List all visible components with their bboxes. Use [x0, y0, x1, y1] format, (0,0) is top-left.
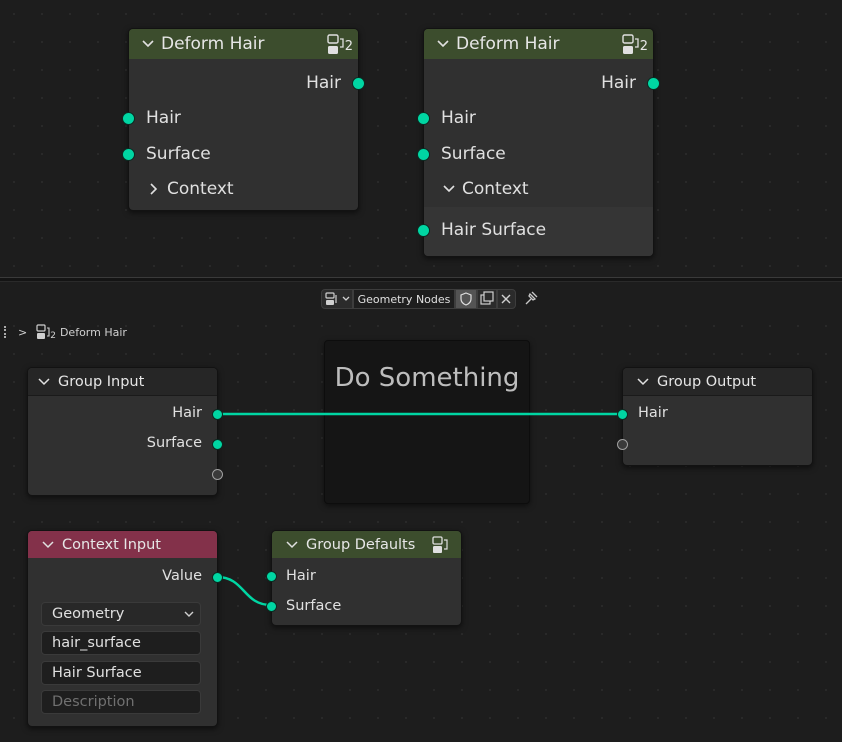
group-input-node[interactable]: Group Input Hair Surface	[27, 367, 223, 496]
type-dropdown[interactable]: Geometry	[41, 602, 201, 626]
output-label-surface: Surface	[146, 435, 202, 451]
output-label-hair: Hair	[172, 405, 202, 421]
input-socket-surface[interactable]	[417, 148, 430, 161]
input-socket-surface[interactable]	[122, 148, 135, 161]
frame-label: Do Something	[334, 363, 520, 393]
close-icon	[501, 294, 511, 304]
name-field[interactable]: Hair Surface	[41, 661, 201, 685]
output-socket-extend[interactable]	[212, 469, 223, 480]
node-title: Group Input	[58, 373, 145, 390]
duplicate-button[interactable]	[477, 289, 497, 309]
area-divider[interactable]	[0, 277, 842, 282]
node-header[interactable]: Group Defaults	[272, 531, 461, 558]
user-count-badge: 2	[344, 39, 353, 54]
breadcrumb-parent-clipped[interactable]	[0, 326, 6, 338]
node-title: Deform Hair	[456, 34, 560, 54]
output-socket-hair[interactable]	[212, 409, 223, 420]
breadcrumb-group-name[interactable]: Deform Hair	[60, 326, 127, 339]
duplicate-icon	[480, 291, 494, 305]
node-title: Deform Hair	[161, 34, 265, 54]
breadcrumb: > 2 Deform Hair	[0, 322, 127, 342]
shield-icon	[460, 292, 472, 306]
node-title: Group Output	[657, 373, 757, 390]
panel-label: Context	[462, 179, 529, 199]
pin-icon	[525, 291, 538, 305]
unlink-button[interactable]	[497, 289, 516, 309]
output-socket-hair[interactable]	[352, 77, 365, 90]
identifier-field[interactable]: hair_surface	[41, 631, 201, 655]
input-label-hair: Hair	[638, 405, 668, 421]
group-output-node[interactable]: Group Output Hair	[617, 367, 813, 466]
chevron-down-icon[interactable]	[436, 37, 450, 51]
panel-context-header[interactable]: Context	[129, 179, 358, 199]
output-label-hair: Hair	[601, 73, 636, 93]
input-label-surface: Surface	[146, 144, 211, 164]
chevron-down-icon[interactable]	[286, 539, 298, 551]
node-header[interactable]: Deform Hair 2	[424, 29, 653, 59]
frame-node[interactable]: Do Something	[324, 340, 530, 504]
node-header[interactable]: Group Input	[28, 368, 217, 396]
chevron-down-icon[interactable]	[38, 376, 50, 388]
input-socket-hair[interactable]	[122, 112, 135, 125]
input-socket-hair[interactable]	[617, 409, 628, 420]
output-label-value: Value	[162, 568, 202, 584]
pin-button[interactable]	[522, 289, 540, 309]
node-tree-name-field[interactable]: Geometry Nodes	[353, 289, 455, 309]
input-label-hair-surface: Hair Surface	[441, 220, 547, 240]
node-title: Group Defaults	[306, 536, 416, 553]
chevron-down-icon	[442, 182, 456, 196]
input-socket-surface[interactable]	[266, 601, 277, 612]
input-socket-hair[interactable]	[417, 112, 430, 125]
chevron-down-icon[interactable]	[141, 37, 155, 51]
chevron-right-icon	[147, 182, 161, 196]
input-label-hair: Hair	[146, 108, 181, 128]
input-socket-extend[interactable]	[617, 439, 628, 450]
input-socket-hair[interactable]	[266, 571, 277, 582]
chevron-down-icon	[184, 611, 194, 617]
chevron-down-icon[interactable]	[637, 376, 649, 388]
output-socket-hair[interactable]	[647, 77, 660, 90]
fake-user-button[interactable]	[455, 289, 477, 309]
input-label-hair: Hair	[441, 108, 476, 128]
node-group-icon	[432, 536, 448, 553]
deform-hair-node-collapsed[interactable]: Deform Hair 2 Hair Hair Surface Context	[122, 28, 365, 211]
input-label-hair: Hair	[286, 568, 316, 584]
node-tree-icon	[325, 292, 350, 305]
description-field[interactable]: Description	[41, 690, 201, 714]
input-label-surface: Surface	[286, 598, 342, 614]
name-value: Hair Surface	[52, 665, 142, 681]
node-header[interactable]: Context Input	[28, 531, 217, 558]
panel-context-header[interactable]: Context	[424, 179, 653, 199]
group-defaults-node[interactable]: Group Defaults Hair Surface	[266, 530, 462, 626]
output-label-hair: Hair	[306, 73, 341, 93]
user-count-badge: 2	[639, 39, 648, 54]
deform-hair-node-expanded[interactable]: Deform Hair 2 Hair Hair Surface Context …	[417, 28, 660, 257]
node-tree-name: Geometry Nodes	[357, 292, 451, 306]
input-socket-hair-surface[interactable]	[417, 224, 430, 237]
input-label-surface: Surface	[441, 144, 506, 164]
chevron-down-icon[interactable]	[42, 539, 54, 551]
node-header[interactable]: Deform Hair 2	[129, 29, 358, 59]
context-input-node[interactable]: Context Input Value Geometry hair_surfac…	[27, 530, 223, 727]
breadcrumb-group-users: 2	[50, 331, 56, 341]
type-dropdown-value: Geometry	[52, 606, 125, 622]
output-socket-value[interactable]	[212, 572, 223, 583]
output-socket-surface[interactable]	[212, 439, 223, 450]
description-placeholder: Description	[52, 694, 135, 710]
breadcrumb-separator: >	[18, 325, 28, 339]
identifier-value: hair_surface	[52, 635, 141, 651]
editor-type-dropdown[interactable]	[321, 289, 353, 309]
node-header[interactable]: Group Output	[623, 368, 812, 396]
panel-label: Context	[167, 179, 234, 199]
node-title: Context Input	[62, 536, 161, 553]
